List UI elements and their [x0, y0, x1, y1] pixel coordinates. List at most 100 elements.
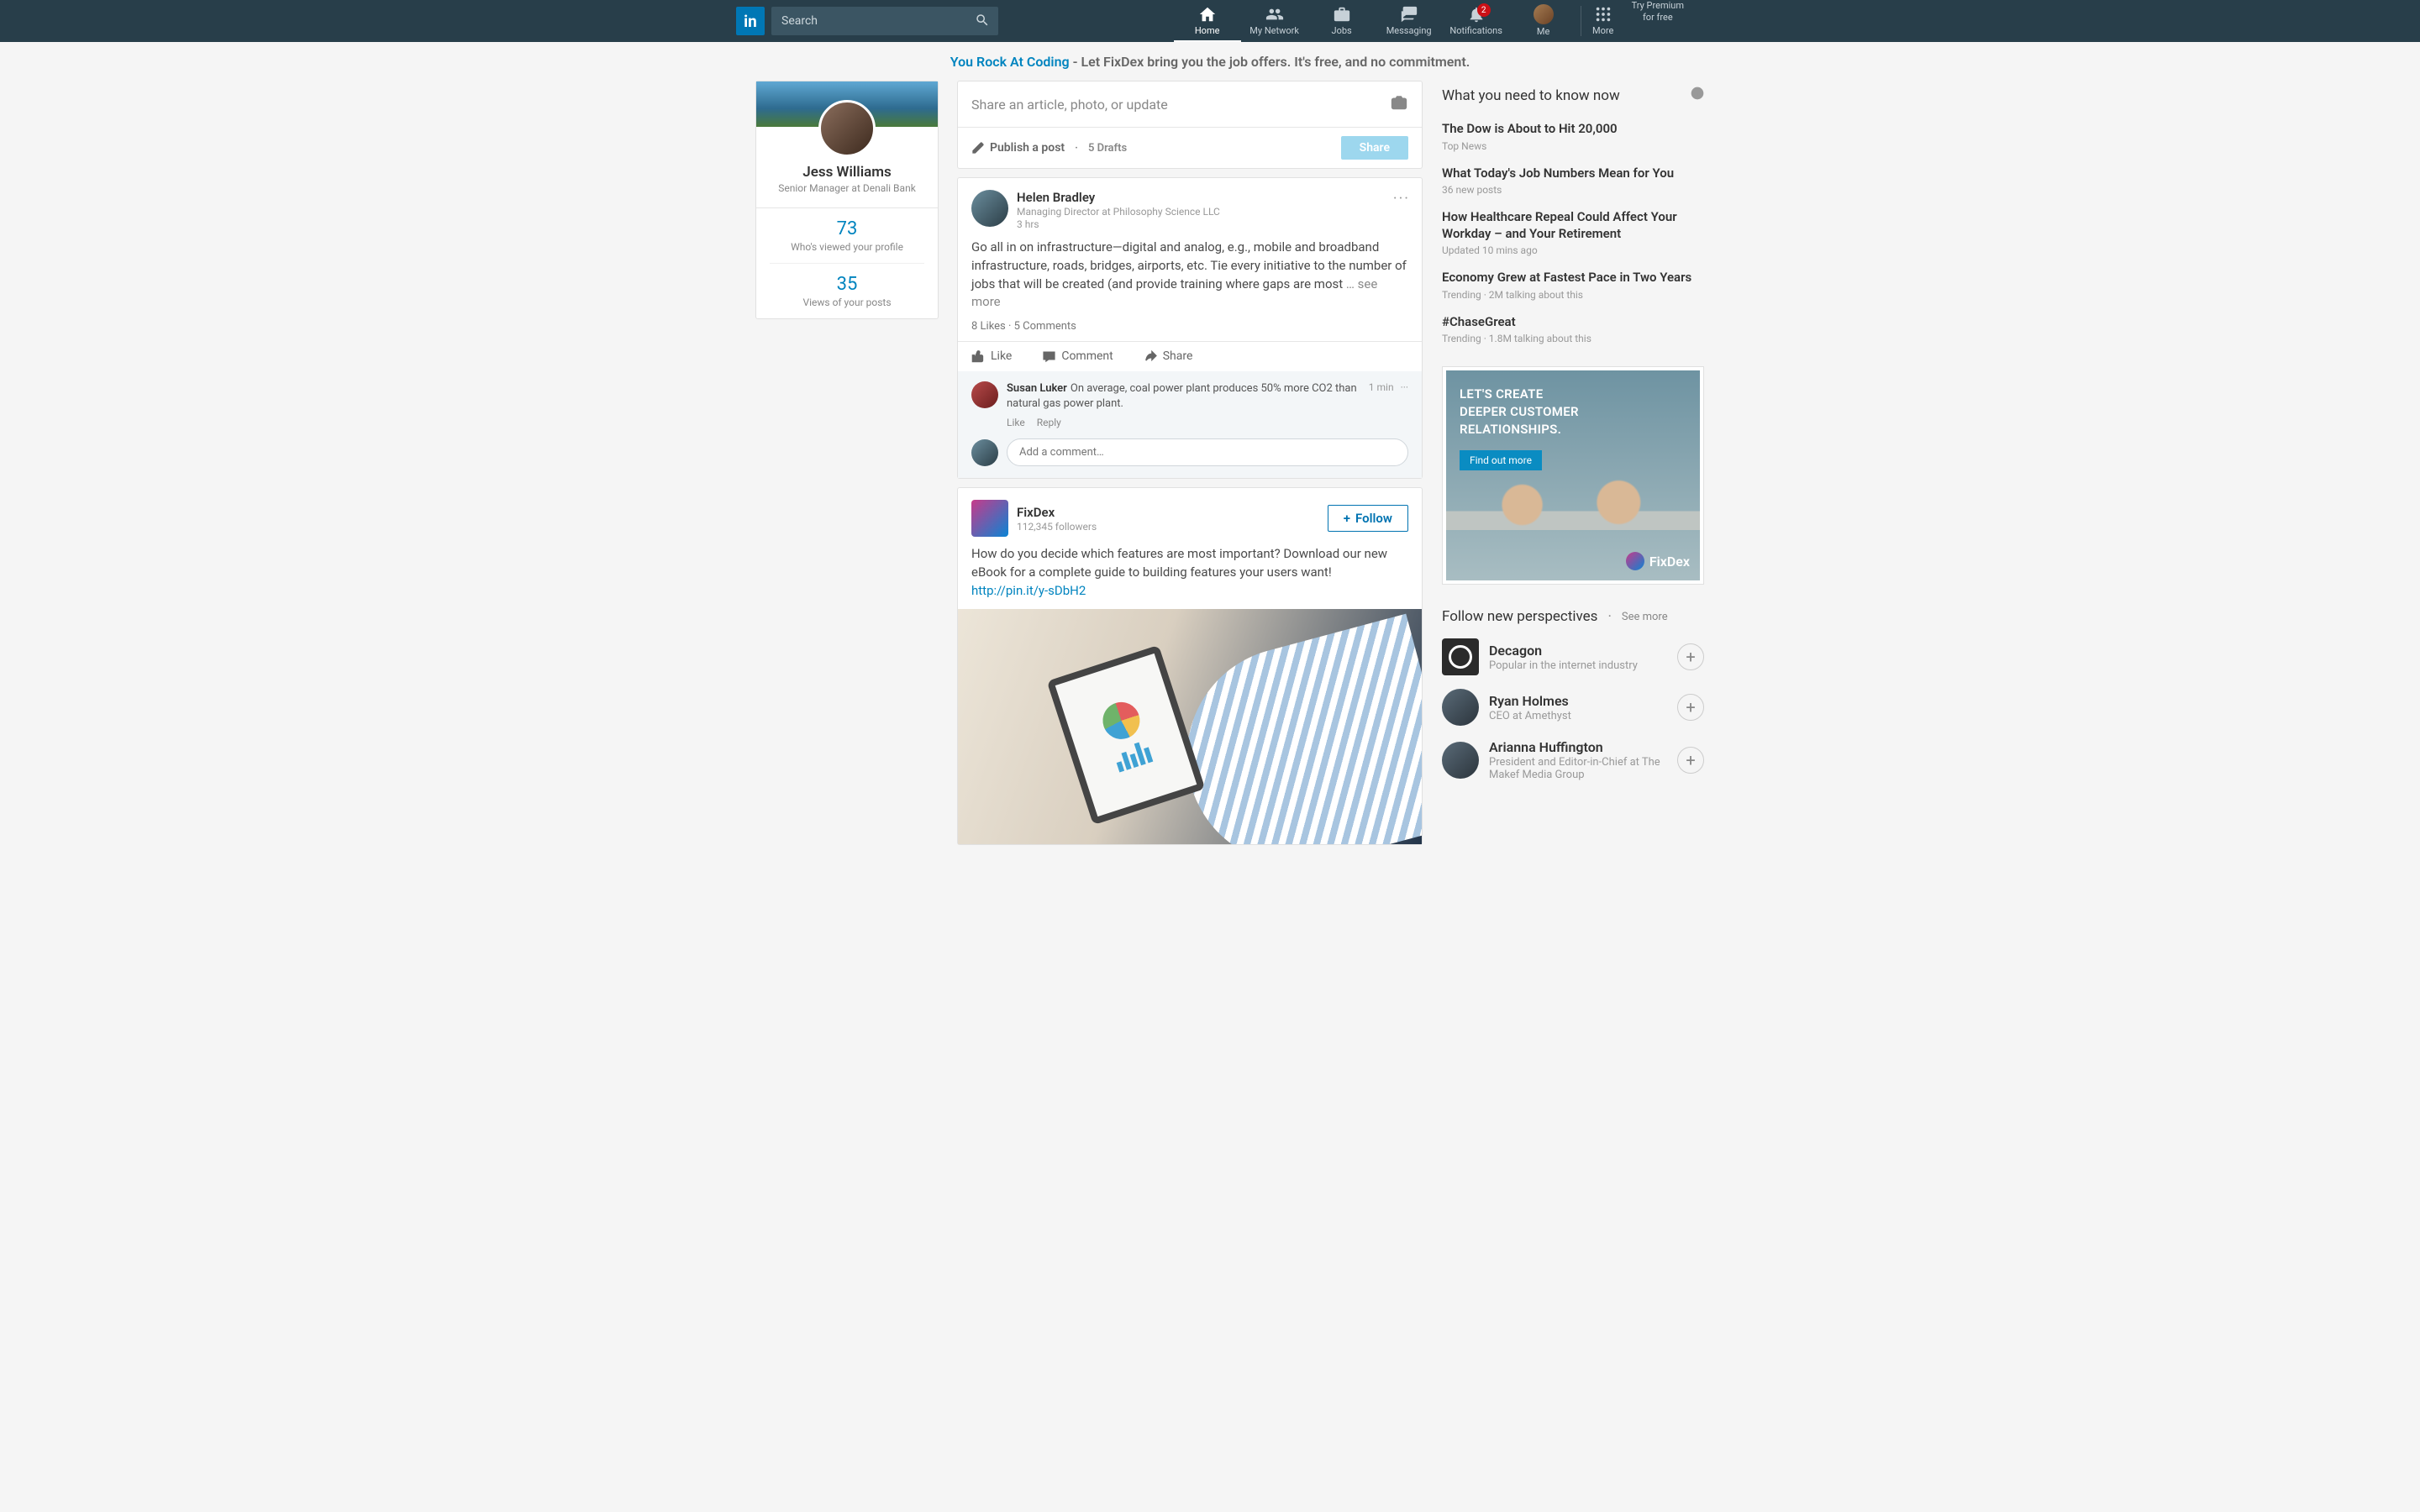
company-name[interactable]: FixDex	[1017, 505, 1097, 520]
stat-post-views[interactable]: 35 Views of your posts	[770, 263, 924, 318]
share-action-button[interactable]: Share	[1144, 349, 1193, 363]
follow-plus-button[interactable]: +	[1677, 694, 1704, 721]
promo-banner[interactable]: You Rock At Coding - Let FixDex bring yo…	[0, 42, 2420, 81]
post-body: Go all in on infrastructure—digital and …	[958, 230, 1422, 320]
share-button[interactable]: Share	[1341, 136, 1408, 160]
follow-item: DecagonPopular in the internet industry+	[1442, 625, 1704, 675]
home-icon	[1198, 5, 1217, 24]
comment-menu-icon[interactable]: ···	[1401, 381, 1408, 393]
comment-reply-button[interactable]: Reply	[1037, 417, 1061, 428]
follow-avatar[interactable]	[1442, 638, 1479, 675]
nav-me[interactable]: Me	[1510, 0, 1577, 42]
news-meta: Trending · 2M talking about this	[1442, 289, 1704, 301]
follow-button[interactable]: + Follow	[1328, 505, 1408, 532]
news-meta: Top News	[1442, 140, 1704, 152]
drafts-label[interactable]: 5 Drafts	[1088, 142, 1127, 155]
follow-plus-button[interactable]: +	[1677, 747, 1704, 774]
stat-profile-views[interactable]: 73 Who's viewed your profile	[756, 208, 938, 263]
linkedin-logo[interactable]: in	[736, 7, 765, 35]
comments-count[interactable]: 5 Comments	[1014, 320, 1076, 333]
ad-brand: FixDex	[1626, 552, 1690, 570]
company-avatar[interactable]	[971, 500, 1008, 537]
stat-label: Views of your posts	[770, 297, 924, 308]
ad-line2: DEEPER CUSTOMER	[1460, 403, 1686, 421]
author-name[interactable]: Helen Bradley	[1017, 190, 1220, 205]
follow-plus-button[interactable]: +	[1677, 643, 1704, 670]
follow-sub: CEO at Amethyst	[1489, 710, 1667, 722]
nav-more-label: More	[1592, 25, 1613, 36]
like-button[interactable]: Like	[971, 349, 1012, 363]
follow-sub: President and Editor-in-Chief at The Mak…	[1489, 756, 1667, 781]
news-item[interactable]: How Healthcare Repeal Could Affect Your …	[1442, 202, 1704, 263]
comment-like-button[interactable]: Like	[1007, 417, 1025, 428]
share-arrow-icon	[1144, 349, 1158, 363]
composer-prompt-text: Share an article, photo, or update	[971, 97, 1168, 113]
composer-prompt[interactable]: Share an article, photo, or update	[958, 81, 1422, 127]
followers-count: 112,345 followers	[1017, 521, 1097, 533]
advertisement[interactable]: LET'S CREATE DEEPER CUSTOMER RELATIONSHI…	[1442, 366, 1704, 585]
follow-heading-text: Follow new perspectives	[1442, 608, 1597, 625]
pencil-icon	[971, 141, 985, 155]
comment-button[interactable]: Comment	[1042, 349, 1113, 363]
follow-avatar[interactable]	[1442, 689, 1479, 726]
sponsored-link[interactable]: http://pin.it/y-sDbH2	[971, 583, 1086, 598]
nav-more[interactable]: More	[1585, 0, 1622, 42]
premium-link[interactable]: Try Premium for free	[1632, 0, 1684, 42]
fixdex-logo-icon	[1626, 552, 1644, 570]
post-stats: 8 Likes · 5 Comments	[958, 320, 1422, 341]
stat-num: 73	[770, 218, 924, 239]
follow-name[interactable]: Decagon	[1489, 643, 1667, 659]
ad-line3: RELATIONSHIPS.	[1460, 421, 1686, 438]
sponsored-text: How do you decide which features are mos…	[971, 546, 1387, 580]
nav-network[interactable]: My Network	[1241, 0, 1308, 42]
speech-icon	[1042, 349, 1056, 363]
search-input[interactable]	[771, 7, 998, 35]
sponsored-image[interactable]	[958, 609, 1422, 844]
post-text: Go all in on infrastructure—digital and …	[971, 239, 1407, 291]
likes-count[interactable]: 8 Likes	[971, 320, 1006, 333]
nav-home-label: Home	[1195, 25, 1220, 36]
commenter-avatar[interactable]	[971, 381, 998, 408]
nav-notifications[interactable]: 2 Notifications	[1443, 0, 1510, 42]
like-label: Like	[991, 349, 1012, 363]
follow-item: Ryan HolmesCEO at Amethyst +	[1442, 675, 1704, 726]
profile-title: Senior Manager at Denali Bank	[766, 182, 928, 194]
follow-heading: Follow new perspectives · See more	[1442, 608, 1704, 625]
profile-avatar[interactable]	[818, 100, 876, 157]
camera-icon[interactable]	[1390, 93, 1408, 115]
share-composer: Share an article, photo, or update Publi…	[958, 81, 1422, 168]
follow-label: Follow	[1355, 511, 1392, 526]
profile-name[interactable]: Jess Williams	[766, 164, 928, 181]
publish-post-button[interactable]: Publish a post · 5 Drafts	[971, 141, 1127, 155]
author-subtitle: Managing Director at Philosophy Science …	[1017, 206, 1220, 218]
comment-time: 1 min	[1369, 381, 1394, 393]
post-menu-icon[interactable]: ···	[1393, 190, 1410, 207]
follow-sep: ·	[1607, 608, 1611, 625]
follow-name[interactable]: Ryan Holmes	[1489, 693, 1667, 709]
add-comment-input[interactable]	[1007, 438, 1408, 466]
see-more-link[interactable]: See more	[1622, 611, 1668, 623]
nav-messaging[interactable]: Messaging	[1376, 0, 1443, 42]
sponsored-post: FixDex 112,345 followers + Follow How do…	[958, 488, 1422, 843]
nav-jobs[interactable]: Jobs	[1308, 0, 1376, 42]
comment-area: Susan LukerOn average, coal power plant …	[958, 371, 1422, 478]
news-item[interactable]: The Dow is About to Hit 20,000Top News	[1442, 114, 1704, 159]
messaging-icon	[1400, 5, 1418, 24]
follow-avatar[interactable]	[1442, 742, 1479, 779]
news-meta: Trending · 1.8M talking about this	[1442, 333, 1704, 344]
commenter-name[interactable]: Susan Luker	[1007, 382, 1067, 395]
feed-post: Helen Bradley Managing Director at Philo…	[958, 178, 1422, 478]
search-icon[interactable]	[975, 13, 990, 31]
news-item[interactable]: #ChaseGreatTrending · 1.8M talking about…	[1442, 307, 1704, 352]
author-avatar[interactable]	[971, 190, 1008, 227]
news-item[interactable]: What Today's Job Numbers Mean for You36 …	[1442, 159, 1704, 203]
nav-home[interactable]: Home	[1174, 0, 1241, 42]
news-title: How Healthcare Repeal Could Affect Your …	[1442, 209, 1704, 242]
plus-icon: +	[1344, 511, 1350, 526]
info-icon[interactable]	[1691, 87, 1704, 104]
publish-label: Publish a post	[990, 141, 1065, 155]
follow-name[interactable]: Arianna Huffington	[1489, 739, 1667, 755]
stat-label: Who's viewed your profile	[770, 241, 924, 253]
news-item[interactable]: Economy Grew at Fastest Pace in Two Year…	[1442, 263, 1704, 307]
profile-cover	[756, 81, 938, 127]
